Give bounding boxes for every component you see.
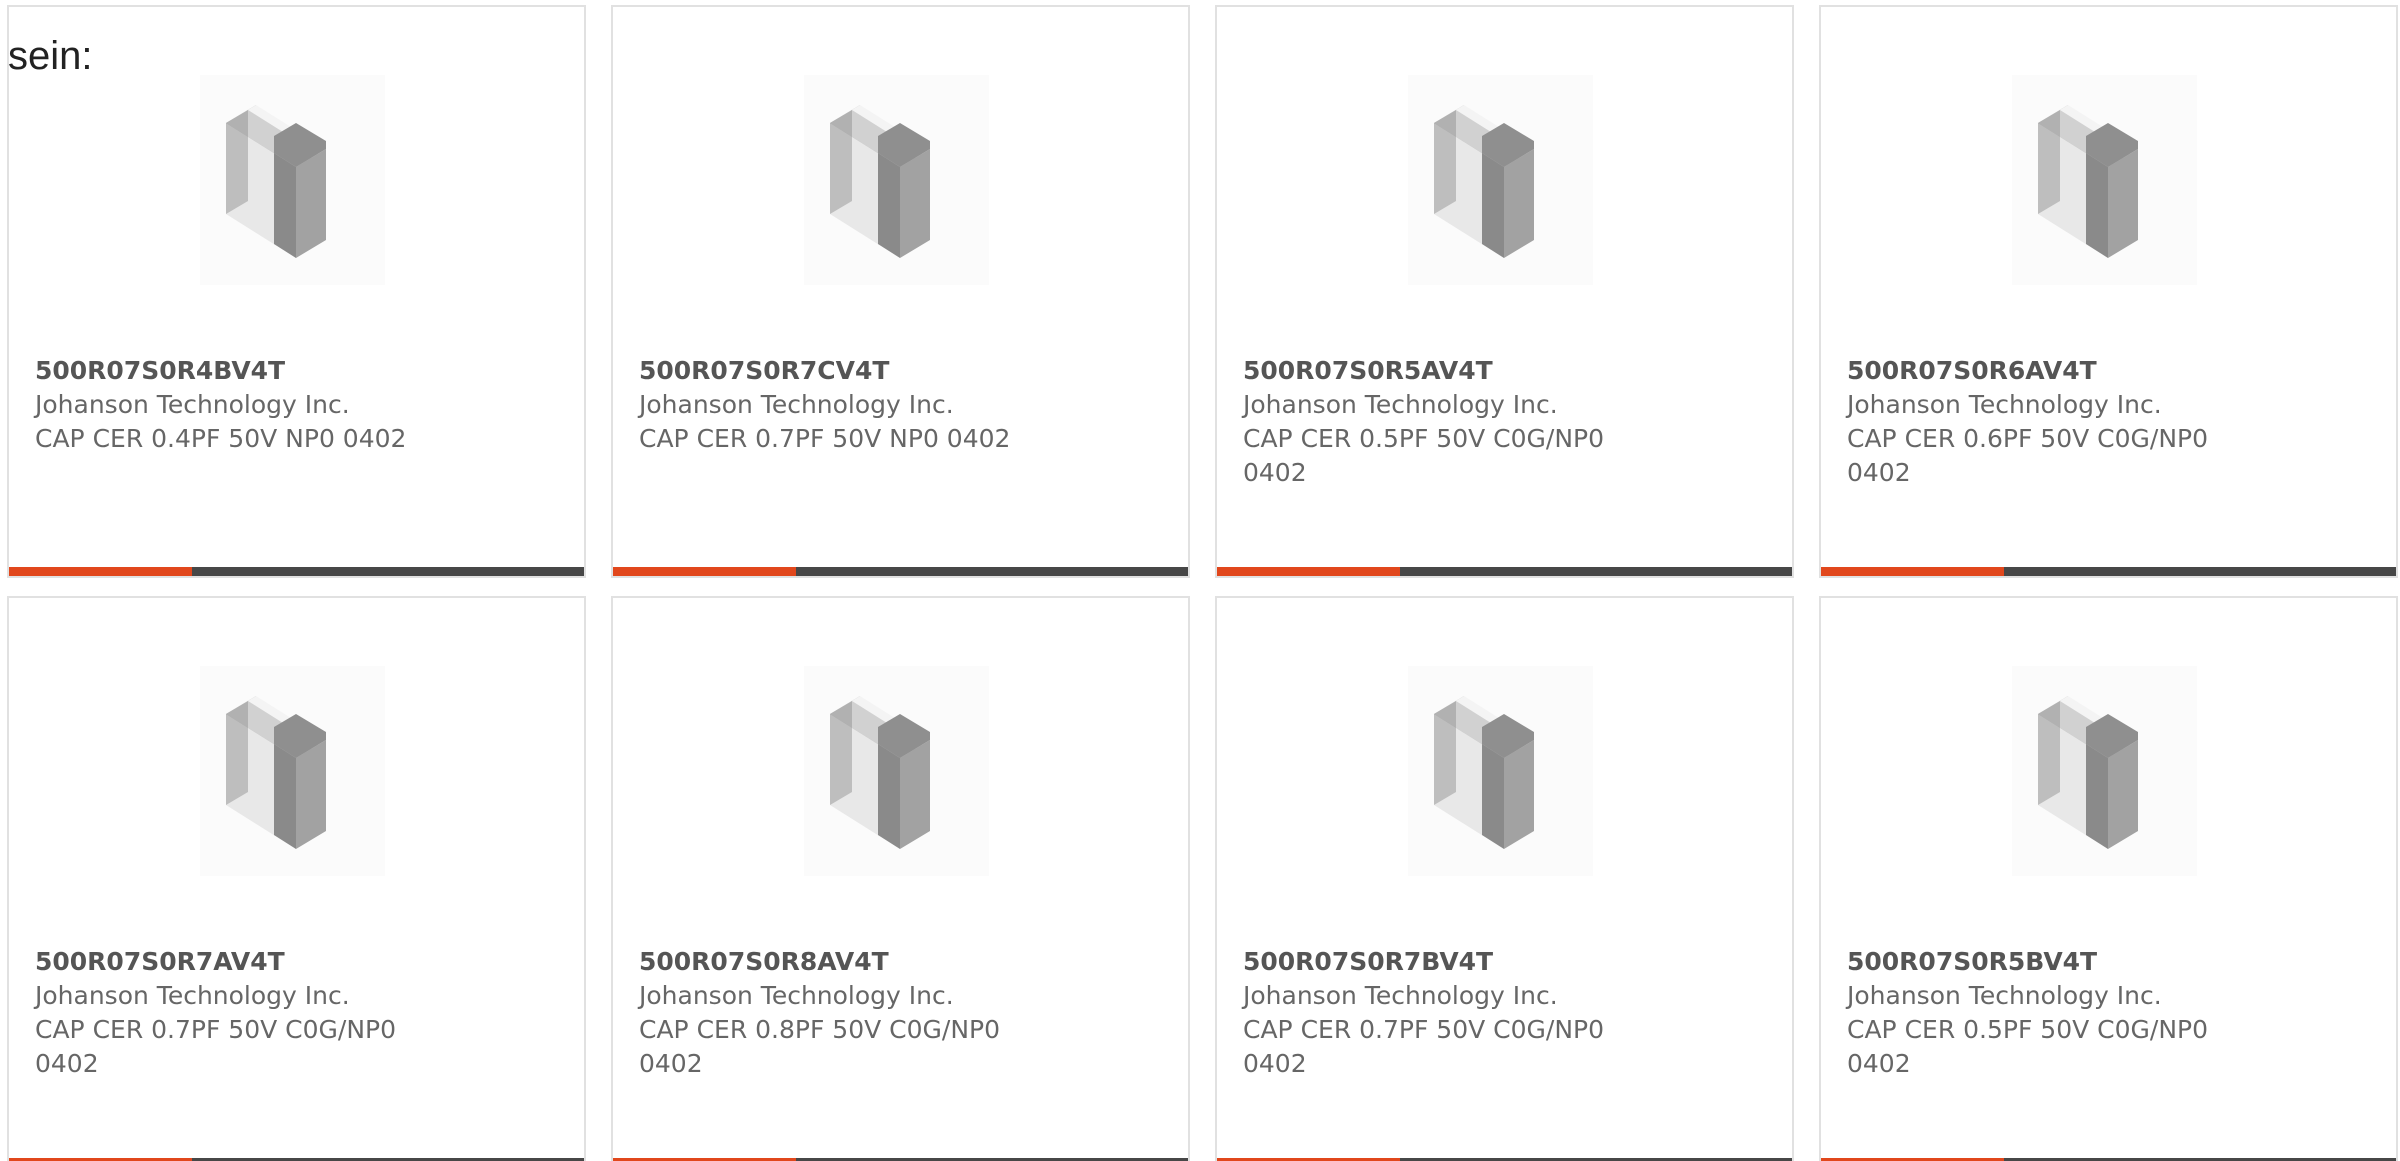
product-card[interactable]: 500R07S0R7AV4T Johanson Technology Inc. … <box>7 596 586 1161</box>
product-info: 500R07S0R7CV4T Johanson Technology Inc. … <box>639 354 1069 456</box>
capacitor-chip-icon[interactable] <box>804 666 989 876</box>
product-info: 500R07S0R8AV4T Johanson Technology Inc. … <box>639 945 1069 1081</box>
card-bar-rest <box>1400 567 1792 576</box>
part-number[interactable]: 500R07S0R7BV4T <box>1243 945 1673 979</box>
manufacturer: Johanson Technology Inc. <box>35 390 350 419</box>
product-info: 500R07S0R7AV4T Johanson Technology Inc. … <box>35 945 465 1081</box>
card-bar <box>9 567 584 576</box>
description: CAP CER 0.7PF 50V C0G/NP0 0402 <box>1243 1015 1605 1078</box>
part-number[interactable]: 500R07S0R7CV4T <box>639 354 1069 388</box>
manufacturer: Johanson Technology Inc. <box>1243 390 1558 419</box>
description: CAP CER 0.5PF 50V C0G/NP0 0402 <box>1847 1015 2209 1078</box>
part-number[interactable]: 500R07S0R8AV4T <box>639 945 1069 979</box>
manufacturer: Johanson Technology Inc. <box>1847 981 2162 1010</box>
product-info: 500R07S0R5BV4T Johanson Technology Inc. … <box>1847 945 2277 1081</box>
manufacturer: Johanson Technology Inc. <box>35 981 350 1010</box>
product-info: 500R07S0R4BV4T Johanson Technology Inc. … <box>35 354 465 456</box>
product-card[interactable]: 500R07S0R5AV4T Johanson Technology Inc. … <box>1215 5 1794 578</box>
card-bar-rest <box>2004 567 2396 576</box>
card-bar-rest <box>192 567 584 576</box>
part-number[interactable]: 500R07S0R7AV4T <box>35 945 465 979</box>
description: CAP CER 0.8PF 50V C0G/NP0 0402 <box>639 1015 1001 1078</box>
intro-text: sein: <box>8 34 93 78</box>
card-bar-accent <box>1821 567 2004 576</box>
description: CAP CER 0.7PF 50V NP0 0402 <box>639 424 1011 453</box>
part-number[interactable]: 500R07S0R4BV4T <box>35 354 465 388</box>
capacitor-chip-icon[interactable] <box>200 75 385 285</box>
card-bar-accent <box>613 567 796 576</box>
product-grid: 500R07S0R4BV4T Johanson Technology Inc. … <box>7 5 2398 1161</box>
capacitor-chip-icon[interactable] <box>804 75 989 285</box>
card-bar <box>1217 567 1792 576</box>
product-card[interactable]: 500R07S0R7BV4T Johanson Technology Inc. … <box>1215 596 1794 1161</box>
product-info: 500R07S0R6AV4T Johanson Technology Inc. … <box>1847 354 2277 490</box>
manufacturer: Johanson Technology Inc. <box>1847 390 2162 419</box>
card-bar <box>613 567 1188 576</box>
product-card[interactable]: 500R07S0R5BV4T Johanson Technology Inc. … <box>1819 596 2398 1161</box>
capacitor-chip-icon[interactable] <box>2012 666 2197 876</box>
product-card[interactable]: 500R07S0R6AV4T Johanson Technology Inc. … <box>1819 5 2398 578</box>
manufacturer: Johanson Technology Inc. <box>639 390 954 419</box>
part-number[interactable]: 500R07S0R5AV4T <box>1243 354 1673 388</box>
manufacturer: Johanson Technology Inc. <box>1243 981 1558 1010</box>
page: sein: 500R07S0R4BV4T Johanson Technology… <box>0 0 2400 1161</box>
capacitor-chip-icon[interactable] <box>2012 75 2197 285</box>
description: CAP CER 0.7PF 50V C0G/NP0 0402 <box>35 1015 397 1078</box>
description: CAP CER 0.4PF 50V NP0 0402 <box>35 424 407 453</box>
card-bar-accent <box>1217 567 1400 576</box>
description: CAP CER 0.5PF 50V C0G/NP0 0402 <box>1243 424 1605 487</box>
manufacturer: Johanson Technology Inc. <box>639 981 954 1010</box>
capacitor-chip-icon[interactable] <box>200 666 385 876</box>
product-card[interactable]: 500R07S0R4BV4T Johanson Technology Inc. … <box>7 5 586 578</box>
product-card[interactable]: 500R07S0R8AV4T Johanson Technology Inc. … <box>611 596 1190 1161</box>
card-bar-accent <box>9 567 192 576</box>
product-card[interactable]: 500R07S0R7CV4T Johanson Technology Inc. … <box>611 5 1190 578</box>
part-number[interactable]: 500R07S0R6AV4T <box>1847 354 2277 388</box>
part-number[interactable]: 500R07S0R5BV4T <box>1847 945 2277 979</box>
product-info: 500R07S0R7BV4T Johanson Technology Inc. … <box>1243 945 1673 1081</box>
description: CAP CER 0.6PF 50V C0G/NP0 0402 <box>1847 424 2209 487</box>
card-bar <box>1821 567 2396 576</box>
capacitor-chip-icon[interactable] <box>1408 666 1593 876</box>
card-bar-rest <box>796 567 1188 576</box>
capacitor-chip-icon[interactable] <box>1408 75 1593 285</box>
product-info: 500R07S0R5AV4T Johanson Technology Inc. … <box>1243 354 1673 490</box>
